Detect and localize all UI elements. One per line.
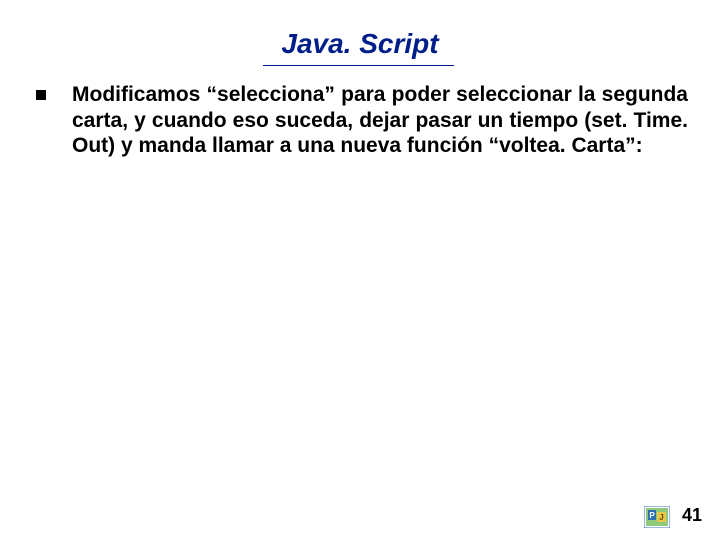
svg-text:J: J xyxy=(659,513,663,522)
bullet-text: Modificamos “selecciona” para poder sele… xyxy=(72,82,688,159)
svg-text:P: P xyxy=(649,511,655,520)
slide-title: Java. Script xyxy=(0,28,720,60)
bullet-item: Modificamos “selecciona” para poder sele… xyxy=(36,82,688,159)
pj-logo-icon: P J xyxy=(644,506,670,528)
bullet-square-icon xyxy=(36,90,46,100)
title-underline xyxy=(263,65,454,66)
page-number: 41 xyxy=(682,505,702,526)
slide: Java. Script Modificamos “selecciona” pa… xyxy=(0,0,720,540)
body-text-block: Modificamos “selecciona” para poder sele… xyxy=(36,82,688,159)
